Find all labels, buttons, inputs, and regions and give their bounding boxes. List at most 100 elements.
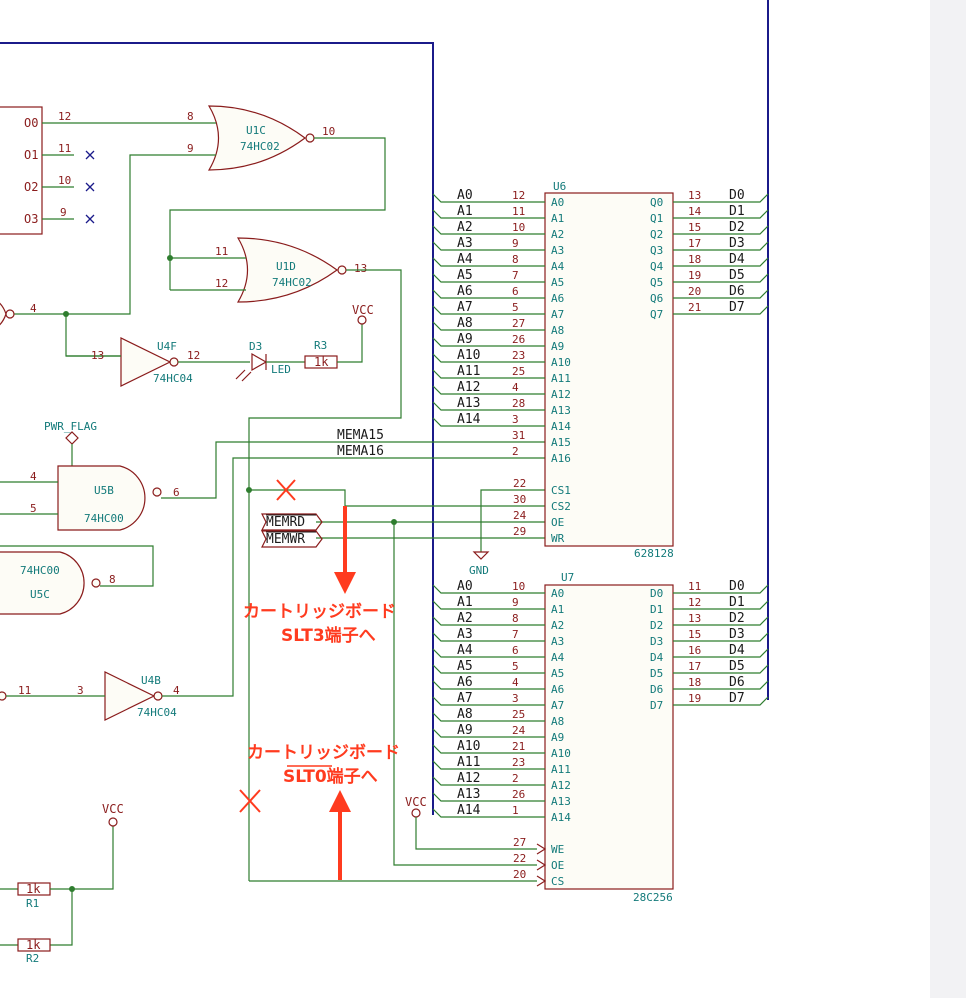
u7-data-pin: 17 <box>688 660 701 673</box>
u7-value: 28C256 <box>633 891 673 904</box>
u7-data-name: D2 <box>650 619 663 632</box>
u7-data-name: D0 <box>650 587 663 600</box>
r1-ref: R1 <box>26 897 39 910</box>
u6-data-net: D6 <box>729 284 745 299</box>
u7-ctrl-marker <box>536 843 547 855</box>
u6-addr-name: A2 <box>551 228 564 241</box>
u6-addr-wire <box>432 241 545 251</box>
u6-data-name: Q2 <box>650 228 663 241</box>
u7-addr-net: A0 <box>457 579 473 594</box>
u6-addr-pin: 28 <box>512 397 525 410</box>
pwr-flag: PWR_FLAG <box>44 420 97 466</box>
u7-addr-pin: 9 <box>512 596 519 609</box>
u7-addr-name: A14 <box>551 811 571 824</box>
u6-sram-chip: U6 628128 A0 12A0A1 11A1A2 10A2A3 9A3A4 8A4A5… <box>432 180 769 560</box>
u6-addr-name: A9 <box>551 340 564 353</box>
u4b-pin-in: 3 <box>77 684 84 697</box>
window-gutter <box>930 0 966 998</box>
u6-addr-net: A3 <box>457 236 473 251</box>
net-memwr: MEMWR <box>266 532 305 547</box>
u7-addr-pin: 4 <box>512 676 519 689</box>
u6-addr-name: A8 <box>551 324 564 337</box>
u5b-pin-a: 4 <box>30 470 37 483</box>
r3-value: 1k <box>314 355 329 369</box>
slt0-annotation-line2: SLT0端子へ <box>283 766 378 787</box>
u6-ctrl-pin: 22 <box>513 477 526 490</box>
u7-data-name: D4 <box>650 651 664 664</box>
u7-addr-name: A11 <box>551 763 571 776</box>
u6-data-name: Q5 <box>650 276 663 289</box>
decoder-pin-0: 12 <box>58 110 71 123</box>
u4b-pin-out: 4 <box>173 684 180 697</box>
u6-addr-wire <box>432 257 545 267</box>
u4f-value: 74HC04 <box>153 372 193 385</box>
u1c-pin-a: 8 <box>187 110 194 123</box>
u7-addr-net: A3 <box>457 627 473 642</box>
u6-addr-pin: 2 <box>512 445 519 458</box>
no-connect-marks <box>85 150 95 224</box>
u7-addr-name: A4 <box>551 651 565 664</box>
u6-data-net: D2 <box>729 220 745 235</box>
u7-data-name: D5 <box>650 667 663 680</box>
u7-ctrl-name: OE <box>551 859 564 872</box>
left-gate2-pin: 11 <box>18 684 31 697</box>
u7-data-pin: 15 <box>688 628 701 641</box>
u6-addr-net: A12 <box>457 380 480 395</box>
u6-addr-pin: 8 <box>512 253 519 266</box>
u6-data-name: Q0 <box>650 196 663 209</box>
u7-addr-name: A5 <box>551 667 564 680</box>
slt3-annotation-line1: カートリッジボード <box>243 602 396 622</box>
u1d-pin-a: 11 <box>215 245 228 258</box>
u6-data-net: D5 <box>729 268 745 283</box>
u7-data-net: D4 <box>729 643 745 658</box>
u6-addr-pin: 6 <box>512 285 519 298</box>
u7-data-name: D7 <box>650 699 663 712</box>
u6-data-pin: 21 <box>688 301 701 314</box>
u6-addr-net: A2 <box>457 220 473 235</box>
u6-addr-net: A10 <box>457 348 480 363</box>
u1d-nor-gate: 11 12 13 U1D 74HC02 <box>170 237 367 303</box>
u7-addr-name: A3 <box>551 635 564 648</box>
u6-addr-net: A1 <box>457 204 473 219</box>
u7-addr-wire <box>432 792 545 802</box>
u6-addr-pin: 9 <box>512 237 519 250</box>
cut-mark-bottom <box>239 789 261 813</box>
u7-addr-pin: 26 <box>512 788 525 801</box>
r1-value: 1k <box>26 882 41 896</box>
u6-addr-pin: 12 <box>512 189 525 202</box>
u7-addr-pin: 7 <box>512 628 519 641</box>
u7-addr-pin: 3 <box>512 692 519 705</box>
vcc-symbol-r1: VCC <box>102 802 124 827</box>
u4b-value: 74HC04 <box>137 706 177 719</box>
u7-addr-wire <box>432 808 545 818</box>
u7-data-net: D2 <box>729 611 745 626</box>
gnd-label: GND <box>469 564 489 577</box>
u7-addr-pin: 6 <box>512 644 519 657</box>
u6-value: 628128 <box>634 547 674 560</box>
u6-data-name: Q1 <box>650 212 663 225</box>
u6-addr-name: A16 <box>551 452 571 465</box>
u6-ctrl-name: WR <box>551 532 565 545</box>
u7-ctrl-marker <box>536 875 547 887</box>
u7-data-net: D1 <box>729 595 745 610</box>
u6-addr-name: A4 <box>551 260 565 273</box>
vcc-symbol: VCC <box>352 303 374 325</box>
schematic-sheet: O0 O1 O2 O3 12 11 10 9 8 9 10 U1C 74HC02… <box>0 0 966 998</box>
u6-data-pin: 17 <box>688 237 701 250</box>
u7-addr-name: A13 <box>551 795 571 808</box>
u6-addr-net: A13 <box>457 396 480 411</box>
u7-ctrl-marker <box>536 859 547 871</box>
u4f-inverter: 13 12 U4F 74HC04 <box>66 337 250 387</box>
u7-addr-net: A9 <box>457 723 473 738</box>
led-value: LED <box>271 363 291 376</box>
u6-addr-name: A10 <box>551 356 571 369</box>
u7-data-pin: 16 <box>688 644 701 657</box>
u6-addr-wire <box>432 353 545 363</box>
u6-addr-pin: 23 <box>512 349 525 362</box>
u7-data-pin: 13 <box>688 612 701 625</box>
u6-addr-wire <box>432 401 545 411</box>
u6-addr-pin: 27 <box>512 317 525 330</box>
u6-addr-wire <box>432 225 545 235</box>
u6-addr-pin: 4 <box>512 381 519 394</box>
u1d-pin-out: 13 <box>354 262 367 275</box>
